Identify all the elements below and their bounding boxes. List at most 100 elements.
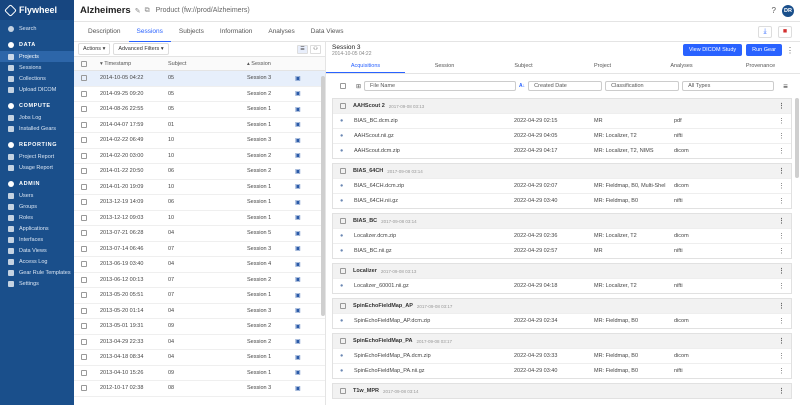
- detail-scrollbar[interactable]: [795, 98, 799, 178]
- file-name[interactable]: AAHScout.nii.gz: [354, 133, 514, 139]
- more-icon[interactable]: ⋮: [778, 282, 785, 290]
- brand-logo[interactable]: Flywheel: [0, 0, 74, 20]
- tab-subjects[interactable]: Subjects: [171, 22, 212, 42]
- table-row[interactable]: 2013-05-20 05:51 07 Session 1 ▣: [74, 288, 325, 304]
- image-icon[interactable]: ▣: [295, 245, 305, 252]
- more-icon[interactable]: ⋮: [778, 247, 785, 255]
- row-checkbox[interactable]: [81, 276, 87, 283]
- image-icon[interactable]: ▣: [295, 199, 305, 206]
- row-checkbox[interactable]: [81, 121, 87, 128]
- file-name[interactable]: AAHScout.dcm.zip: [354, 148, 514, 154]
- row-checkbox[interactable]: [81, 214, 87, 221]
- image-icon[interactable]: ▣: [295, 152, 305, 159]
- file-name[interactable]: BIAS_BC.nii.gz: [354, 248, 514, 254]
- image-icon[interactable]: ▣: [295, 121, 305, 128]
- sidebar-item-usage-report[interactable]: Usage Report: [0, 162, 74, 173]
- tab-session[interactable]: Session: [405, 60, 484, 73]
- file-name-filter[interactable]: File Name: [364, 81, 517, 91]
- sidebar-item-search[interactable]: Search: [0, 23, 74, 34]
- tab-sessions[interactable]: Sessions: [128, 22, 171, 42]
- row-checkbox[interactable]: [81, 261, 87, 268]
- more-icon[interactable]: ⋮: [778, 102, 785, 110]
- sidebar-item-sessions[interactable]: Sessions: [0, 62, 74, 73]
- image-icon[interactable]: ▣: [295, 90, 305, 97]
- avatar[interactable]: DR: [782, 4, 794, 17]
- more-icon[interactable]: ⋮: [778, 367, 785, 375]
- acquisition-header[interactable]: BIAS_BC 2017-09-08 03:14 ⋮: [333, 214, 791, 228]
- file-row[interactable]: ● Localizer.dcm.zip 2022-04-29 02:36 MR:…: [333, 228, 791, 243]
- more-icon[interactable]: ⋮: [778, 117, 785, 125]
- row-checkbox[interactable]: [81, 90, 87, 97]
- row-checkbox[interactable]: [81, 199, 87, 206]
- file-row[interactable]: ● BIAS_64CH.dcm.zip 2022-04-29 02:07 MR:…: [333, 178, 791, 193]
- file-row[interactable]: ● BIAS_BC.dcm.zip 2022-04-29 02:15 MR pd…: [333, 113, 791, 128]
- file-name[interactable]: BIAS_64CH.nii.gz: [354, 198, 514, 204]
- image-icon[interactable]: ▣: [295, 385, 305, 392]
- sidebar-item-jobs-log[interactable]: Jobs Log: [0, 112, 74, 123]
- table-row[interactable]: 2013-05-20 01:14 04 Session 3 ▣: [74, 304, 325, 319]
- table-row[interactable]: 2013-06-12 00:13 07 Session 2 ▣: [74, 273, 325, 288]
- table-row[interactable]: 2014-09-25 09:20 05 Session 2 ▣: [74, 87, 325, 102]
- image-icon[interactable]: ▣: [295, 75, 305, 82]
- row-checkbox[interactable]: [81, 369, 87, 376]
- advanced-filters-button[interactable]: Advanced Filters ▾: [113, 43, 169, 55]
- table-row[interactable]: 2013-05-01 19:31 09 Session 2 ▣: [74, 319, 325, 335]
- image-icon[interactable]: ▣: [295, 307, 305, 314]
- table-row[interactable]: 2013-06-19 03:40 04 Session 4 ▣: [74, 257, 325, 273]
- row-checkbox[interactable]: [81, 245, 87, 252]
- acquisition-header[interactable]: SpinEchoFieldMap_PA 2017-09-08 03:17 ⋮: [333, 334, 791, 348]
- more-icon[interactable]: ⋮: [778, 267, 785, 275]
- tab-provenance[interactable]: Provenance: [721, 60, 800, 73]
- type-select[interactable]: All Types: [682, 81, 775, 91]
- row-checkbox[interactable]: [81, 183, 87, 190]
- more-icon[interactable]: ⋮: [778, 197, 785, 205]
- more-icon[interactable]: ⋮: [778, 352, 785, 360]
- acquisition-checkbox[interactable]: [340, 103, 346, 109]
- row-checkbox[interactable]: [81, 75, 87, 82]
- more-icon[interactable]: ⋮: [778, 317, 785, 325]
- list-scrollbar[interactable]: [321, 76, 325, 316]
- sidebar-item-gear-rule-templates[interactable]: Gear Rule Templates: [0, 267, 74, 278]
- file-row[interactable]: ● SpinEchoFieldMap_AP.dcm.zip 2022-04-29…: [333, 313, 791, 328]
- sidebar-item-interfaces[interactable]: Interfaces: [0, 234, 74, 245]
- sidebar-item-access-log[interactable]: Access Log: [0, 256, 74, 267]
- file-name[interactable]: Localizer_60001.nii.gz: [354, 283, 514, 289]
- sidebar-item-installed-gears[interactable]: Installed Gears: [0, 123, 74, 134]
- image-icon[interactable]: ▣: [295, 292, 305, 299]
- more-icon[interactable]: ⋮: [778, 387, 785, 395]
- file-row[interactable]: ● AAHScout.dcm.zip 2022-04-29 04:17 MR: …: [333, 143, 791, 158]
- acquisition-header[interactable]: AAHScout 2 2017-09-08 03:13 ⋮: [333, 99, 791, 113]
- image-icon[interactable]: ▣: [295, 168, 305, 175]
- table-row[interactable]: 2013-12-19 14:09 06 Session 1 ▣: [74, 195, 325, 211]
- select-all-files-checkbox[interactable]: [340, 83, 346, 89]
- acquisition-header[interactable]: SpinEchoFieldMap_AP 2017-09-08 03:17 ⋮: [333, 299, 791, 313]
- table-row[interactable]: 2014-01-22 20:50 06 Session 2 ▣: [74, 164, 325, 180]
- acquisition-checkbox[interactable]: [340, 218, 346, 224]
- run-gear-button[interactable]: Run Gear: [746, 44, 782, 56]
- row-checkbox[interactable]: [81, 292, 87, 299]
- file-row[interactable]: ● SpinEchoFieldMap_PA.dcm.zip 2022-04-29…: [333, 348, 791, 363]
- image-icon[interactable]: ▣: [295, 276, 305, 283]
- sidebar-item-users[interactable]: Users: [0, 190, 74, 201]
- row-checkbox[interactable]: [81, 385, 87, 392]
- table-row[interactable]: 2013-04-10 15:26 09 Session 1 ▣: [74, 366, 325, 381]
- file-name[interactable]: Localizer.dcm.zip: [354, 233, 514, 239]
- sidebar-item-settings[interactable]: Settings: [0, 278, 74, 289]
- file-row[interactable]: ● BIAS_64CH.nii.gz 2022-04-29 03:40 MR: …: [333, 193, 791, 208]
- file-name[interactable]: SpinEchoFieldMap_PA.dcm.zip: [354, 353, 514, 359]
- created-date-filter[interactable]: Created Date: [528, 81, 603, 91]
- tab-subject[interactable]: Subject: [484, 60, 563, 73]
- tab-acquisitions[interactable]: Acquisitions: [326, 60, 405, 73]
- group-view-icon[interactable]: ⚇: [310, 44, 321, 54]
- actions-button[interactable]: Actions ▾: [78, 43, 111, 55]
- table-row[interactable]: 2013-07-14 06:46 07 Session 3 ▣: [74, 242, 325, 257]
- download-button[interactable]: ⤓: [758, 25, 772, 38]
- image-icon[interactable]: ▣: [295, 323, 305, 330]
- image-icon[interactable]: ▣: [295, 214, 305, 221]
- row-checkbox[interactable]: [81, 338, 87, 345]
- more-icon[interactable]: ⋮: [778, 302, 785, 310]
- acquisition-header[interactable]: Localizer 2017-09-08 03:13 ⋮: [333, 264, 791, 278]
- help-icon[interactable]: ?: [772, 6, 776, 15]
- table-row[interactable]: 2012-10-17 02:38 08 Session 3 ▣: [74, 381, 325, 397]
- table-row[interactable]: 2014-02-22 06:49 10 Session 3 ▣: [74, 133, 325, 149]
